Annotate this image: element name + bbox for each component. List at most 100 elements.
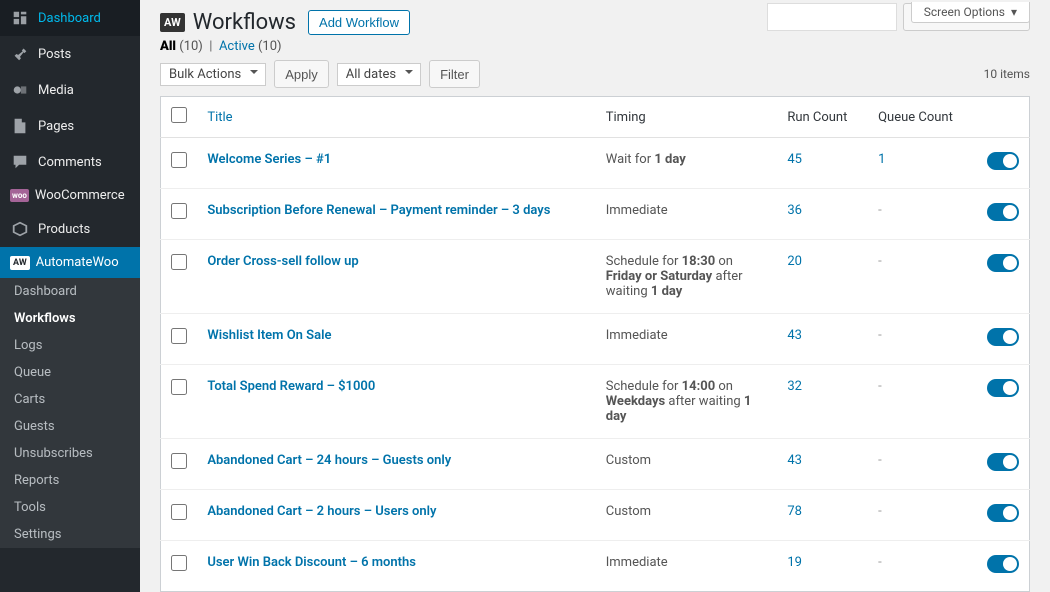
add-workflow-button[interactable]: Add Workflow [308, 10, 410, 35]
row-checkbox[interactable] [171, 453, 187, 469]
aw-logo-icon: AW [160, 13, 185, 32]
timing-cell: Immediate [596, 189, 778, 240]
tablenav: Bulk Actions Apply All dates Filter 10 i… [160, 60, 1030, 88]
main-content: Screen Options ▾ AW Workflows Add Workfl… [140, 0, 1050, 592]
submenu-tools[interactable]: Tools [0, 494, 140, 521]
queue-empty: - [878, 254, 882, 269]
status-toggle[interactable] [987, 555, 1019, 573]
workflow-title-link[interactable]: Abandoned Cart – 24 hours – Guests only [207, 453, 451, 468]
menu-products[interactable]: Products [0, 211, 140, 247]
table-row: Abandoned Cart – 2 hours – Users only Cus… [161, 490, 1030, 541]
run-count-link[interactable]: 32 [787, 379, 802, 394]
menu-label: Comments [38, 155, 102, 170]
products-icon [10, 219, 30, 239]
menu-dashboard[interactable]: Dashboard [0, 0, 140, 36]
status-toggle[interactable] [987, 254, 1019, 272]
menu-label: Pages [38, 119, 74, 134]
queue-empty: - [878, 555, 882, 570]
filter-all[interactable]: All [160, 39, 176, 54]
run-count-link[interactable]: 20 [787, 254, 802, 269]
table-row: User Win Back Discount – 6 monthsImmedia… [161, 541, 1030, 592]
table-row: Order Cross-sell follow up Schedule for 1… [161, 240, 1030, 314]
submenu-reports[interactable]: Reports [0, 467, 140, 494]
status-toggle[interactable] [987, 453, 1019, 471]
queue-empty: - [878, 453, 882, 468]
workflow-title-link[interactable]: Abandoned Cart – 2 hours – Users only [207, 504, 436, 519]
run-count-link[interactable]: 43 [787, 453, 802, 468]
status-toggle[interactable] [987, 328, 1019, 346]
dates-select[interactable]: All dates [337, 63, 421, 86]
menu-media[interactable]: Media [0, 72, 140, 108]
select-all-checkbox[interactable] [171, 107, 187, 123]
run-count-link[interactable]: 45 [787, 152, 802, 167]
workflow-title-link[interactable]: Subscription Before Renewal – Payment re… [207, 203, 550, 218]
pages-icon [10, 116, 30, 136]
timing-cell: Schedule for 18:30 on Friday or Saturday… [596, 240, 778, 314]
workflow-title-link[interactable]: Wishlist Item On Sale [207, 328, 331, 343]
status-toggle[interactable] [987, 504, 1019, 522]
workflow-title-link[interactable]: Order Cross-sell follow up [207, 254, 358, 269]
submenu-unsubscribes[interactable]: Unsubscribes [0, 440, 140, 467]
search-input[interactable] [767, 3, 897, 31]
row-checkbox[interactable] [171, 254, 187, 270]
row-checkbox[interactable] [171, 328, 187, 344]
column-title[interactable]: Title [207, 110, 232, 125]
menu-label: Dashboard [38, 11, 101, 26]
row-checkbox[interactable] [171, 152, 187, 168]
filter-active[interactable]: Active [219, 39, 255, 54]
queue-count-link[interactable]: 1 [878, 152, 885, 167]
row-checkbox[interactable] [171, 203, 187, 219]
workflow-title-link[interactable]: Total Spend Reward – $1000 [207, 379, 375, 394]
row-checkbox[interactable] [171, 555, 187, 571]
timing-cell: Wait for 1 day [596, 138, 778, 189]
workflow-title-link[interactable]: User Win Back Discount – 6 months [207, 555, 416, 570]
timing-cell: Custom [596, 439, 778, 490]
status-toggle[interactable] [987, 379, 1019, 397]
menu-posts[interactable]: Posts [0, 36, 140, 72]
status-toggle[interactable] [987, 152, 1019, 170]
chevron-down-icon: ▾ [1011, 5, 1017, 19]
apply-button[interactable]: Apply [274, 60, 329, 88]
row-checkbox[interactable] [171, 379, 187, 395]
submenu-dashboard[interactable]: Dashboard [0, 278, 140, 305]
menu-pages[interactable]: Pages [0, 108, 140, 144]
menu-automatewoo[interactable]: AW AutomateWoo [0, 247, 140, 278]
submenu-logs[interactable]: Logs [0, 332, 140, 359]
run-count-link[interactable]: 36 [787, 203, 802, 218]
submenu-workflows[interactable]: Workflows [0, 305, 140, 332]
column-run-count: Run Count [777, 97, 868, 138]
table-row: Wishlist Item On SaleImmediate43- [161, 314, 1030, 365]
media-icon [10, 80, 30, 100]
row-checkbox[interactable] [171, 504, 187, 520]
table-row: Welcome Series – #1 Wait for 1 day 45 1 [161, 138, 1030, 189]
menu-label: AutomateWoo [36, 255, 119, 270]
column-timing: Timing [596, 97, 778, 138]
queue-empty: - [878, 328, 882, 343]
queue-empty: - [878, 203, 882, 218]
screen-options-button[interactable]: Screen Options ▾ [911, 2, 1030, 23]
workflow-title-link[interactable]: Welcome Series – #1 [207, 152, 331, 167]
bulk-actions-select[interactable]: Bulk Actions [160, 63, 266, 86]
page-title: Workflows [193, 10, 296, 35]
status-toggle[interactable] [987, 203, 1019, 221]
run-count-link[interactable]: 19 [787, 555, 802, 570]
submenu-settings[interactable]: Settings [0, 521, 140, 548]
column-queue-count: Queue Count [868, 97, 969, 138]
pin-icon [10, 44, 30, 64]
table-row: Subscription Before Renewal – Payment re… [161, 189, 1030, 240]
menu-woocommerce[interactable]: woo WooCommerce [0, 180, 140, 211]
run-count-link[interactable]: 43 [787, 328, 802, 343]
submenu-queue[interactable]: Queue [0, 359, 140, 386]
table-row: Total Spend Reward – $1000Schedule for 1… [161, 365, 1030, 439]
filter-button[interactable]: Filter [429, 60, 480, 88]
submenu: Dashboard Workflows Logs Queue Carts Gue… [0, 278, 140, 548]
automatewoo-icon: AW [10, 256, 30, 270]
run-count-link[interactable]: 78 [787, 504, 802, 519]
menu-comments[interactable]: Comments [0, 144, 140, 180]
table-row: Abandoned Cart – 24 hours – Guests only C… [161, 439, 1030, 490]
menu-label: Posts [38, 47, 71, 62]
submenu-guests[interactable]: Guests [0, 413, 140, 440]
queue-empty: - [878, 379, 882, 394]
timing-cell: Custom [596, 490, 778, 541]
submenu-carts[interactable]: Carts [0, 386, 140, 413]
